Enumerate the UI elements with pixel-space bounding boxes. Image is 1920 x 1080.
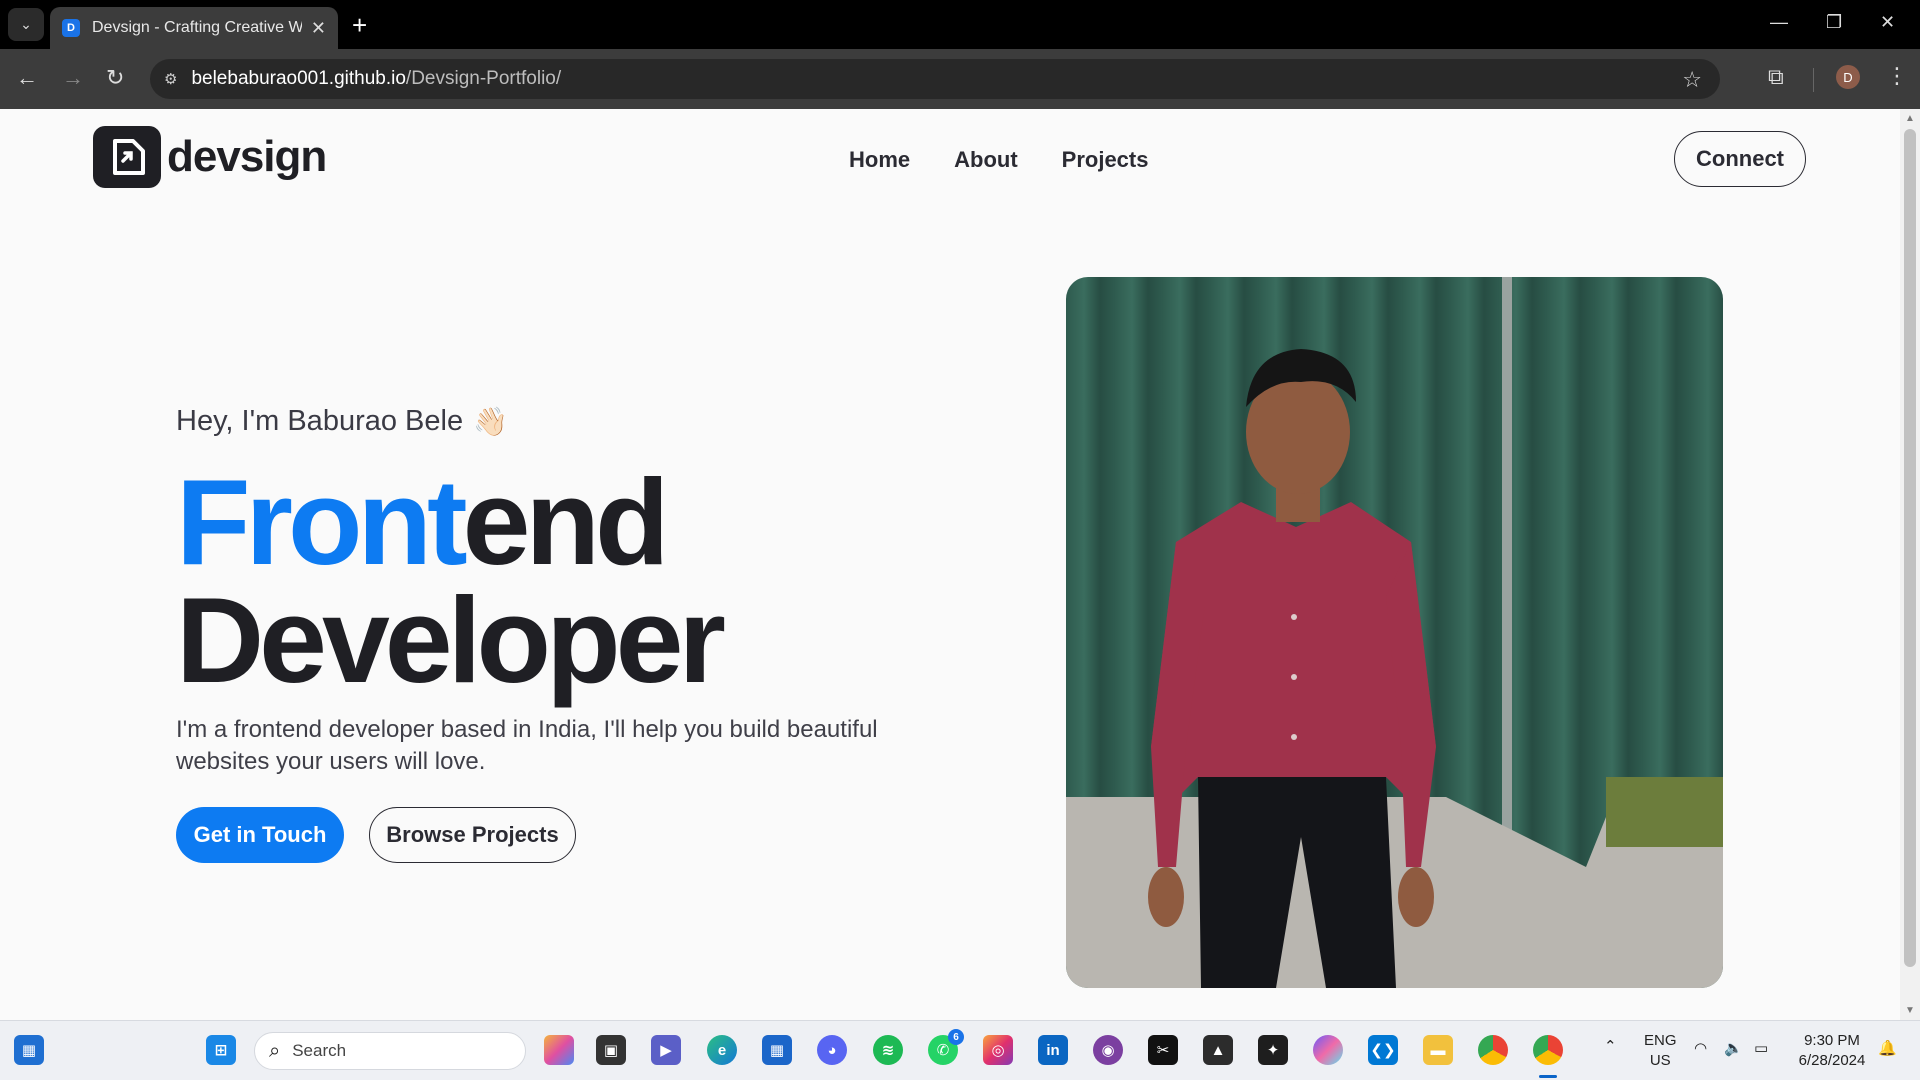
nav-projects-link[interactable]: Projects — [1062, 147, 1149, 173]
hero-greeting: Hey, I'm Baburao Bele 👋🏻 — [176, 405, 508, 438]
page-scrollbar[interactable]: ▲ ▼ — [1900, 109, 1920, 1020]
instagram-icon[interactable]: ◎ — [983, 1035, 1013, 1065]
browser-tab-active[interactable]: D Devsign - Crafting Creative Wel ✕ — [50, 7, 338, 49]
nav-home-link[interactable]: Home — [849, 147, 910, 173]
connect-button[interactable]: Connect — [1674, 131, 1806, 187]
widgets-icon[interactable]: ▦ — [14, 1035, 44, 1065]
get-in-touch-button[interactable]: Get in Touch — [176, 807, 344, 863]
whatsapp-unread-badge: 6 — [948, 1029, 964, 1045]
minimize-icon[interactable]: — — [1770, 12, 1788, 33]
greeting-text: Hey, I'm Baburao Bele — [176, 405, 464, 437]
clock[interactable]: 9:30 PM 6/28/2024 — [1790, 1031, 1874, 1071]
scroll-up-icon[interactable]: ▲ — [1905, 113, 1915, 124]
copilot-icon[interactable] — [544, 1035, 574, 1065]
volume-icon[interactable]: 🔈 — [1724, 1039, 1743, 1059]
notification-bell-icon[interactable]: 🔔 — [1878, 1039, 1897, 1059]
devsign-logo-icon — [93, 126, 161, 188]
capcut-icon[interactable]: ✂ — [1148, 1035, 1178, 1065]
url-path: /Devsign-Portfolio/ — [405, 68, 562, 89]
restore-icon[interactable]: ❐ — [1826, 12, 1842, 33]
language-code: ENG — [1644, 1032, 1677, 1049]
forward-arrow-icon[interactable]: → — [62, 65, 84, 91]
github-icon[interactable]: ◉ — [1093, 1035, 1123, 1065]
edge-browser-icon[interactable]: e — [707, 1035, 737, 1065]
clock-time: 9:30 PM — [1804, 1032, 1860, 1049]
site-settings-icon[interactable]: ⚙ — [164, 70, 177, 88]
chevron-down-icon: ⌄ — [20, 16, 32, 32]
address-bar[interactable]: ⚙ belebaburao001.github.io /Devsign-Port… — [150, 59, 1720, 99]
tab-title: Devsign - Crafting Creative Wel — [92, 19, 302, 36]
active-app-indicator — [1539, 1075, 1557, 1078]
portrait-illustration — [1066, 277, 1723, 988]
figma-icon[interactable]: ✦ — [1258, 1035, 1288, 1065]
close-window-icon[interactable]: ✕ — [1880, 12, 1895, 33]
hero-subtext: I'm a frontend developer based in India,… — [176, 716, 878, 775]
reload-icon[interactable]: ↻ — [106, 65, 124, 91]
new-tab-icon[interactable]: + — [352, 12, 367, 38]
chrome-icon[interactable] — [1478, 1035, 1508, 1065]
bookmark-star-icon[interactable]: ☆ — [1682, 67, 1702, 93]
hero-headline: Frontend Developer — [176, 461, 726, 701]
url-host: belebaburao001.github.io — [191, 68, 406, 89]
site-logo[interactable]: devsign — [93, 126, 327, 188]
waving-hand-icon: 👋🏻 — [473, 406, 508, 437]
linkedin-icon[interactable]: in — [1038, 1035, 1068, 1065]
arc-browser-icon[interactable] — [1313, 1035, 1343, 1065]
profile-avatar[interactable]: D — [1836, 65, 1860, 89]
headline-line2: Developer — [176, 572, 726, 708]
whatsapp-icon[interactable]: ✆ 6 — [928, 1029, 964, 1065]
file-explorer-icon[interactable]: ▬ — [1423, 1035, 1453, 1065]
headline-accent: Front — [176, 454, 468, 590]
browser-tab-bar: ⌄ D Devsign - Crafting Creative Wel ✕ + … — [0, 0, 1920, 49]
browse-projects-button[interactable]: Browse Projects — [369, 807, 576, 863]
inkscape-icon[interactable]: ▲ — [1203, 1035, 1233, 1065]
extensions-puzzle-icon[interactable]: ⧉ — [1768, 64, 1784, 90]
vscode-icon[interactable]: ❮❯ — [1368, 1035, 1398, 1065]
language-indicator[interactable]: ENG US — [1644, 1031, 1677, 1071]
browser-menu-icon[interactable]: ⋮ — [1886, 63, 1908, 89]
discord-icon[interactable]: ◕ — [817, 1035, 847, 1065]
headline-rest: end — [462, 454, 670, 590]
teams-meet-icon[interactable]: ▶ — [651, 1035, 681, 1065]
scroll-down-icon[interactable]: ▼ — [1905, 1005, 1915, 1016]
close-tab-icon[interactable]: ✕ — [311, 18, 326, 39]
wifi-icon[interactable]: ◠ — [1694, 1039, 1707, 1059]
back-arrow-icon[interactable]: ← — [16, 65, 38, 91]
tab-search-button[interactable]: ⌄ — [8, 8, 44, 41]
logo-glyph-icon — [113, 139, 145, 175]
windows-taskbar: ▦ ⊞ ⌕ Search ▣ ▶ e ▦ ◕ ≋ ✆ 6 ◎ in ◉ ✂ ▲ … — [0, 1020, 1920, 1080]
profile-photo — [1066, 277, 1723, 988]
main-nav: Home About Projects — [849, 147, 1192, 173]
show-hidden-icons-icon[interactable]: ⌃ — [1604, 1037, 1617, 1057]
toolbar-divider — [1813, 68, 1814, 92]
site-favicon-icon: D — [62, 19, 80, 37]
search-icon: ⌕ — [269, 1039, 281, 1062]
microsoft-store-icon[interactable]: ▦ — [762, 1035, 792, 1065]
nav-about-link[interactable]: About — [954, 147, 1018, 173]
logo-text: devsign — [167, 132, 327, 181]
chrome-profile-icon[interactable] — [1533, 1035, 1563, 1065]
task-view-icon[interactable]: ▣ — [596, 1035, 626, 1065]
taskbar-search-label: Search — [292, 1041, 347, 1060]
spotify-icon[interactable]: ≋ — [873, 1035, 903, 1065]
battery-icon[interactable]: ▭ — [1754, 1039, 1768, 1059]
clock-date: 6/28/2024 — [1798, 1052, 1866, 1069]
browser-toolbar: ← → ↻ ⚙ belebaburao001.github.io /Devsig… — [0, 49, 1920, 109]
taskbar-search[interactable]: ⌕ Search — [254, 1032, 526, 1070]
region-code: US — [1649, 1052, 1671, 1069]
scrollbar-thumb[interactable] — [1904, 129, 1916, 967]
start-windows-icon[interactable]: ⊞ — [206, 1035, 236, 1065]
portfolio-page: devsign Home About Projects Connect Hey,… — [0, 109, 1900, 1020]
